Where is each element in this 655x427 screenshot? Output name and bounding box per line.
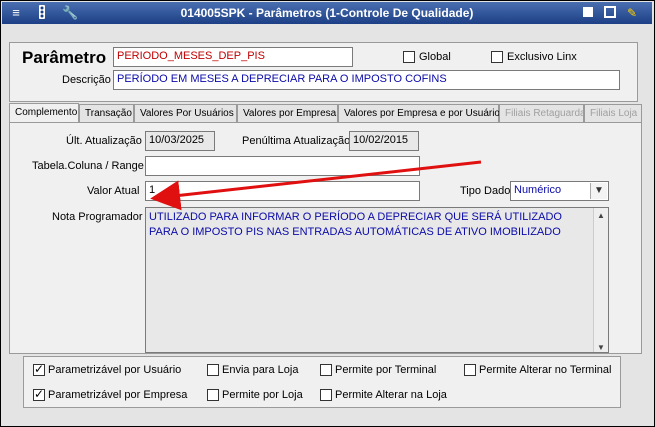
tabela-coluna-field[interactable] [145, 156, 420, 176]
title-bar: ≡ 🔧 014005SPK - Parâmetros (1-Controle D… [2, 2, 652, 24]
penultima-atualizacao-field: 10/02/2015 [349, 131, 419, 151]
permite-alterar-terminal-option[interactable]: Permite Alterar no Terminal [464, 364, 612, 377]
ult-atualizacao-label: Últ. Atualização [66, 135, 142, 147]
complemento-panel: Últ. Atualização 10/03/2025 Penúltima At… [9, 122, 642, 354]
scroll-up-icon[interactable]: ▲ [594, 208, 608, 220]
envia-loja-checkbox[interactable] [207, 364, 219, 377]
tab-valores-empresa-usuario[interactable]: Valores por Empresa e por Usuário [338, 104, 500, 122]
param-usuario-option[interactable]: Parametrizável por Usuário [33, 362, 182, 377]
tipo-dado-label: Tipo Dado [460, 185, 511, 197]
chevron-down-icon[interactable]: ▼ [590, 183, 607, 199]
param-empresa-checkbox[interactable] [33, 387, 45, 402]
exclusivo-linx-label: Exclusivo Linx [507, 51, 577, 63]
window-icon[interactable] [602, 5, 618, 21]
exclusivo-linx-checkbox[interactable] [491, 51, 503, 63]
window-title: 014005SPK - Parâmetros (1-Controle De Qu… [180, 6, 474, 20]
parameter-header: Parâmetro PERIODO_MESES_DEP_PIS Global E… [9, 42, 638, 102]
param-empresa-option[interactable]: Parametrizável por Empresa [33, 387, 188, 402]
tab-transacao[interactable]: Transação [79, 104, 134, 122]
nota-programador-label: Nota Programador [52, 211, 143, 223]
envia-loja-option[interactable]: Envia para Loja [207, 364, 299, 377]
permite-loja-checkbox[interactable] [207, 389, 219, 402]
permite-terminal-option[interactable]: Permite por Terminal [320, 364, 437, 377]
nota-programador-text: UTILIZADO PARA INFORMAR O PERÍODO A DEPR… [149, 211, 562, 238]
permite-alterar-loja-checkbox[interactable] [320, 389, 332, 402]
ult-atualizacao-field: 10/03/2025 [145, 131, 215, 151]
tab-filiais-retaguarda: Filiais Retaguarda [499, 104, 586, 122]
param-usuario-checkbox[interactable] [33, 362, 45, 377]
tab-filiais-loja: Filiais Loja [584, 104, 642, 122]
permite-alterar-terminal-label: Permite Alterar no Terminal [479, 364, 612, 377]
tabela-coluna-label: Tabela.Coluna / Range [32, 160, 144, 172]
tab-valores-usuarios[interactable]: Valores Por Usuários [134, 104, 237, 122]
global-checkbox[interactable] [403, 51, 415, 63]
permite-alterar-loja-option[interactable]: Permite Alterar na Loja [320, 389, 447, 402]
tab-valores-empresa[interactable]: Valores por Empresa [237, 104, 338, 122]
permite-alterar-terminal-checkbox[interactable] [464, 364, 476, 377]
nota-programador-field[interactable]: UTILIZADO PARA INFORMAR O PERÍODO A DEPR… [145, 207, 609, 353]
tab-complemento[interactable]: Complemento [9, 103, 79, 123]
penultima-atualizacao-label: Penúltima Atualização [242, 135, 351, 147]
tab-bar: Complemento Transação Valores Por Usuári… [9, 103, 642, 123]
stop-icon[interactable] [580, 5, 596, 21]
permite-alterar-loja-label: Permite Alterar na Loja [335, 389, 447, 402]
parametro-field[interactable]: PERIODO_MESES_DEP_PIS [113, 47, 353, 67]
descricao-label: Descrição [62, 74, 111, 86]
flags-panel: Parametrizável por Usuário Envia para Lo… [23, 356, 621, 408]
scroll-down-icon[interactable]: ▼ [594, 340, 608, 352]
permite-terminal-label: Permite por Terminal [335, 364, 437, 377]
envia-loja-label: Envia para Loja [222, 364, 299, 377]
param-empresa-label: Parametrizável por Empresa [48, 389, 188, 402]
permite-terminal-checkbox[interactable] [320, 364, 332, 377]
permite-loja-label: Permite por Loja [222, 389, 303, 402]
descricao-field[interactable]: PERÍODO EM MESES A DEPRECIAR PARA O IMPO… [113, 70, 620, 90]
param-usuario-label: Parametrizável por Usuário [48, 364, 182, 377]
pencil-icon[interactable]: ✎ [624, 5, 640, 21]
nota-scrollbar[interactable]: ▲ ▼ [593, 208, 608, 352]
tipo-dado-select[interactable]: Numérico ▼ [510, 181, 609, 201]
permite-loja-option[interactable]: Permite por Loja [207, 389, 303, 402]
valor-atual-field[interactable]: 1 [145, 181, 420, 201]
tipo-dado-value: Numérico [514, 184, 562, 196]
valor-atual-label: Valor Atual [87, 185, 140, 197]
parametro-label: Parâmetro [22, 48, 107, 67]
global-label: Global [419, 51, 451, 63]
